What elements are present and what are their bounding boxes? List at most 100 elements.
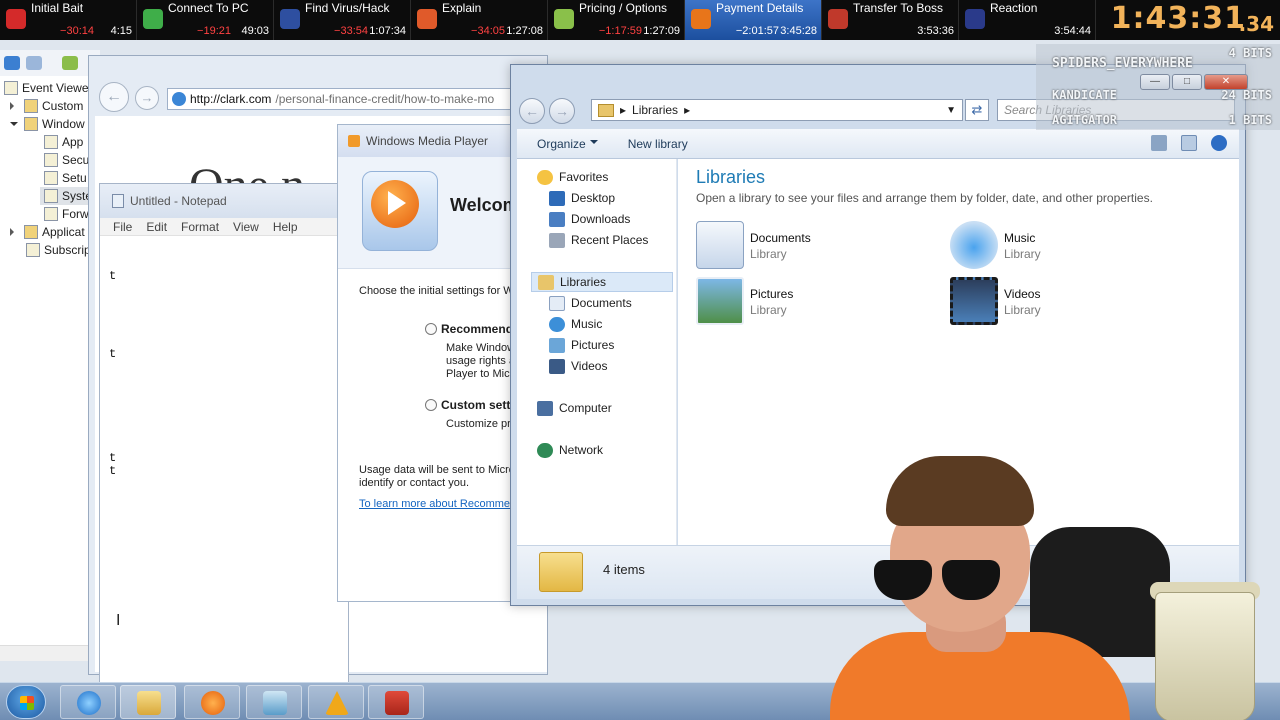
menu-view[interactable]: View <box>233 220 259 234</box>
forward-button[interactable]: → <box>135 86 159 110</box>
forward-button[interactable]: → <box>549 98 575 124</box>
split-delta: −33:54 <box>334 25 368 37</box>
music-icon <box>549 316 565 332</box>
nav-computer[interactable]: Computer <box>537 398 612 418</box>
change-view-icon[interactable] <box>1151 135 1167 151</box>
menu-help[interactable]: Help <box>273 220 298 234</box>
close-button[interactable]: ✕ <box>1204 74 1248 90</box>
notepad-menubar: File Edit Format View Help <box>100 218 348 236</box>
tree-item-setup[interactable]: Setu <box>44 169 87 187</box>
expand-arrow-icon[interactable] <box>10 228 18 236</box>
tree-item-subscriptions[interactable]: Subscrip <box>26 241 91 259</box>
nav-downloads[interactable]: Downloads <box>549 209 630 229</box>
library-name: Music <box>1004 231 1036 245</box>
nav-network[interactable]: Network <box>537 440 603 460</box>
notepad-icon <box>263 691 287 715</box>
back-arrow-icon[interactable] <box>4 56 20 70</box>
preview-pane-icon[interactable] <box>1181 135 1197 151</box>
window-title: Untitled - Notepad <box>130 194 227 208</box>
nav-desktop[interactable]: Desktop <box>549 188 615 208</box>
desktop-icon <box>549 190 565 206</box>
tree-item-forwarded[interactable]: Forw <box>44 205 89 223</box>
organize-button[interactable]: Organize <box>537 137 598 151</box>
breadcrumb-separator-icon: ▸ <box>684 103 691 117</box>
help-icon[interactable] <box>1211 135 1227 151</box>
tree-item-applications[interactable]: Applicat <box>10 223 85 241</box>
menu-edit[interactable]: Edit <box>146 220 167 234</box>
libraries-description: Open a library to see your files and arr… <box>696 191 1153 205</box>
tree-item-security[interactable]: Secu <box>44 151 89 169</box>
nav-label: Favorites <box>559 170 609 184</box>
tree-item-event-viewer[interactable]: Event Viewer <box>4 79 92 97</box>
refresh-button[interactable]: ⇄ <box>965 99 989 121</box>
taskbar-windows-explorer[interactable] <box>120 685 176 719</box>
window-controls: — □ ✕ <box>1140 74 1248 90</box>
library-videos[interactable]: Videos Library <box>950 277 1170 325</box>
media-player-titlebar[interactable]: Windows Media Player <box>338 125 526 157</box>
menu-format[interactable]: Format <box>181 220 219 234</box>
back-button[interactable]: ← <box>99 82 129 112</box>
nav-documents[interactable]: Documents <box>549 293 632 313</box>
taskbar-notepad[interactable] <box>246 685 302 719</box>
split-name: Transfer To Boss <box>853 1 944 15</box>
breadcrumb[interactable]: Libraries <box>632 103 678 117</box>
recommended-desc: Player to Micr <box>446 368 514 380</box>
log-icon <box>44 153 58 167</box>
start-button[interactable] <box>6 685 46 719</box>
item-count: 4 items <box>603 562 645 577</box>
nav-pictures[interactable]: Pictures <box>549 335 614 355</box>
event-viewer-toolbar <box>0 50 100 76</box>
tree-label: Subscrip <box>44 243 91 257</box>
split-find-virus-hack: Find Virus/Hack −33:54 1:07:34 <box>274 0 411 40</box>
forward-arrow-icon[interactable] <box>26 56 42 70</box>
expand-arrow-icon[interactable] <box>10 102 18 110</box>
custom-label[interactable]: Custom sett <box>441 398 510 412</box>
nav-recent-places[interactable]: Recent Places <box>549 230 648 250</box>
custom-radio[interactable] <box>425 399 437 411</box>
url-path: /personal-finance-credit/how-to-make-mo <box>275 92 495 106</box>
taskbar-internet-explorer[interactable] <box>60 685 116 719</box>
taskbar-windows-media-player[interactable] <box>184 685 240 719</box>
maximize-button[interactable]: □ <box>1172 74 1202 90</box>
horizontal-scrollbar[interactable] <box>0 645 100 661</box>
taskbar-toolbox[interactable] <box>368 685 424 719</box>
library-documents[interactable]: Documents Library <box>696 221 916 269</box>
media-player-icon <box>201 691 225 715</box>
menu-file[interactable]: File <box>113 220 132 234</box>
split-name: Payment Details <box>716 1 804 15</box>
notepad-titlebar[interactable]: Untitled - Notepad <box>100 184 348 218</box>
learn-more-link[interactable]: To learn more about Recommen <box>359 498 516 510</box>
nav-favorites[interactable]: Favorites <box>537 167 608 187</box>
organize-label: Organize <box>537 136 586 151</box>
split-name: Find Virus/Hack <box>305 1 390 15</box>
taskbar-app-a[interactable] <box>308 685 364 719</box>
tree-item-custom[interactable]: Custom <box>10 97 83 115</box>
back-button[interactable]: ← <box>519 98 545 124</box>
library-music[interactable]: Music Library <box>950 221 1170 269</box>
folder-up-icon[interactable] <box>62 56 78 70</box>
collapse-arrow-icon[interactable] <box>10 122 18 130</box>
recommended-radio[interactable] <box>425 323 437 335</box>
nav-libraries[interactable]: Libraries <box>531 272 673 292</box>
recommended-label[interactable]: Recommend <box>441 322 513 336</box>
text-cursor-icon: I <box>116 612 121 629</box>
tree-item-application[interactable]: App <box>44 133 83 151</box>
nav-music[interactable]: Music <box>549 314 602 334</box>
browser-address-bar[interactable]: http://clark.com/personal-finance-credit… <box>167 88 567 110</box>
library-pictures[interactable]: Pictures Library <box>696 277 916 325</box>
split-icon <box>417 9 437 29</box>
cheerer-name: AGITGATOR <box>1052 113 1118 127</box>
tree-item-windows-logs[interactable]: Window <box>10 115 85 133</box>
minimize-button[interactable]: — <box>1140 74 1170 90</box>
split-time: 3:54:44 <box>1054 25 1091 37</box>
url-domain: http://clark.com <box>190 92 272 106</box>
view-controls <box>1151 135 1227 151</box>
explorer-address-bar[interactable]: ▸ Libraries ▸ ▼ <box>591 99 963 121</box>
split-delta: −1:17:59 <box>598 25 642 37</box>
app-triangle-icon <box>325 691 349 715</box>
split-payment-details: Payment Details −2:01:57 3:45:28 <box>685 0 822 40</box>
notepad-text-area[interactable]: t t t t <box>109 270 116 478</box>
new-library-button[interactable]: New library <box>628 137 688 151</box>
nav-videos[interactable]: Videos <box>549 356 607 376</box>
address-dropdown-icon[interactable]: ▼ <box>946 105 956 116</box>
